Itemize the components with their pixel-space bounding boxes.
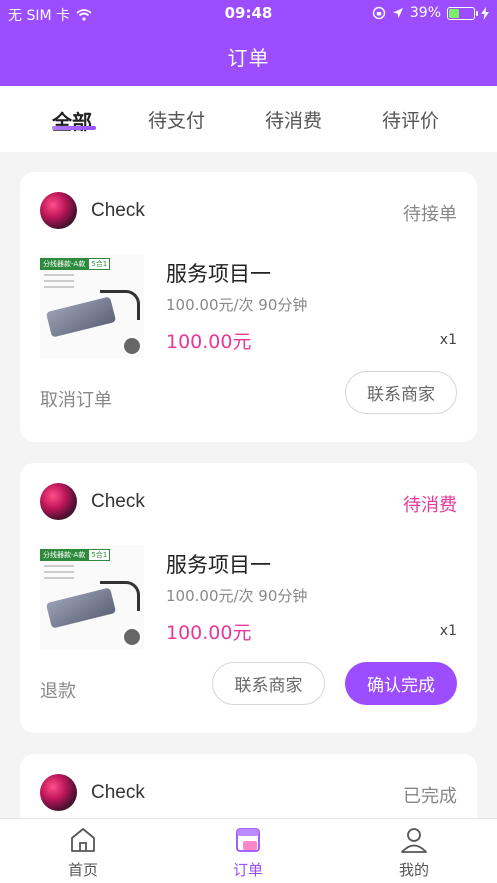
page-title: 订单 — [227, 46, 270, 70]
order-tabs: 全部 待支付 待消费 待评价 — [0, 86, 497, 152]
contact-merchant-button[interactable]: 联系商家 — [212, 662, 325, 705]
battery-icon — [447, 6, 478, 20]
status-bar: 无 SIM 卡 09:48 39% — [0, 0, 497, 28]
order-card[interactable]: Check 待接单 分线器款-A款 5合1 服务项目一 100.00元/次 90分… — [20, 172, 477, 442]
rotation-lock-icon — [372, 6, 386, 20]
tab-pending-review[interactable]: 待评价 — [382, 106, 439, 133]
order-status: 待消费 — [403, 495, 457, 516]
product-thumbnail: 分线器款-A款 5合1 — [40, 254, 144, 358]
location-icon — [392, 8, 403, 18]
app-header: 无 SIM 卡 09:48 39% 订单 — [0, 0, 497, 86]
shop-avatar — [40, 774, 77, 811]
confirm-complete-button[interactable]: 确认完成 — [345, 662, 457, 705]
product-thumbnail: 分线器款-A款 5合1 — [40, 545, 144, 649]
product-name: 服务项目一 — [166, 553, 271, 577]
tab-all[interactable]: 全部 — [52, 106, 92, 135]
nav-profile[interactable]: 我的 — [374, 827, 454, 880]
profile-icon — [401, 828, 427, 853]
product-meta: 100.00元/次 90分钟 — [166, 587, 308, 605]
order-status: 已完成 — [403, 786, 457, 807]
charging-icon — [481, 6, 489, 20]
tab-pending-payment[interactable]: 待支付 — [148, 106, 205, 133]
product-price: 100.00元 — [166, 622, 252, 644]
product-meta: 100.00元/次 90分钟 — [166, 296, 308, 314]
color-swatch — [122, 627, 142, 647]
order-card[interactable]: Check 待消费 分线器款-A款 5合1 服务项目一 100.00元/次 90分… — [20, 463, 477, 733]
shop-name: Check — [91, 782, 145, 803]
nav-orders[interactable]: 订单 — [208, 827, 288, 880]
tab-pending-consume[interactable]: 待消费 — [265, 106, 322, 133]
bottom-nav: 首页 订单 我的 — [0, 818, 497, 883]
battery-percent: 39% — [409, 5, 441, 21]
color-swatch — [122, 336, 142, 356]
product-price: 100.00元 — [166, 331, 252, 353]
product-quantity: x1 — [439, 623, 457, 639]
nav-home[interactable]: 首页 — [43, 827, 123, 880]
contact-merchant-button[interactable]: 联系商家 — [345, 371, 457, 414]
product-name: 服务项目一 — [166, 262, 271, 286]
product-quantity: x1 — [439, 332, 457, 348]
refund-link[interactable]: 退款 — [40, 677, 76, 703]
orders-icon — [236, 828, 260, 852]
order-status: 待接单 — [403, 204, 457, 225]
shop-avatar — [40, 483, 77, 520]
active-tab-indicator — [52, 126, 96, 130]
cancel-order-link[interactable]: 取消订单 — [40, 386, 112, 412]
home-icon — [71, 828, 95, 852]
shop-name: Check — [91, 200, 145, 221]
shop-name: Check — [91, 491, 145, 512]
shop-avatar — [40, 192, 77, 229]
